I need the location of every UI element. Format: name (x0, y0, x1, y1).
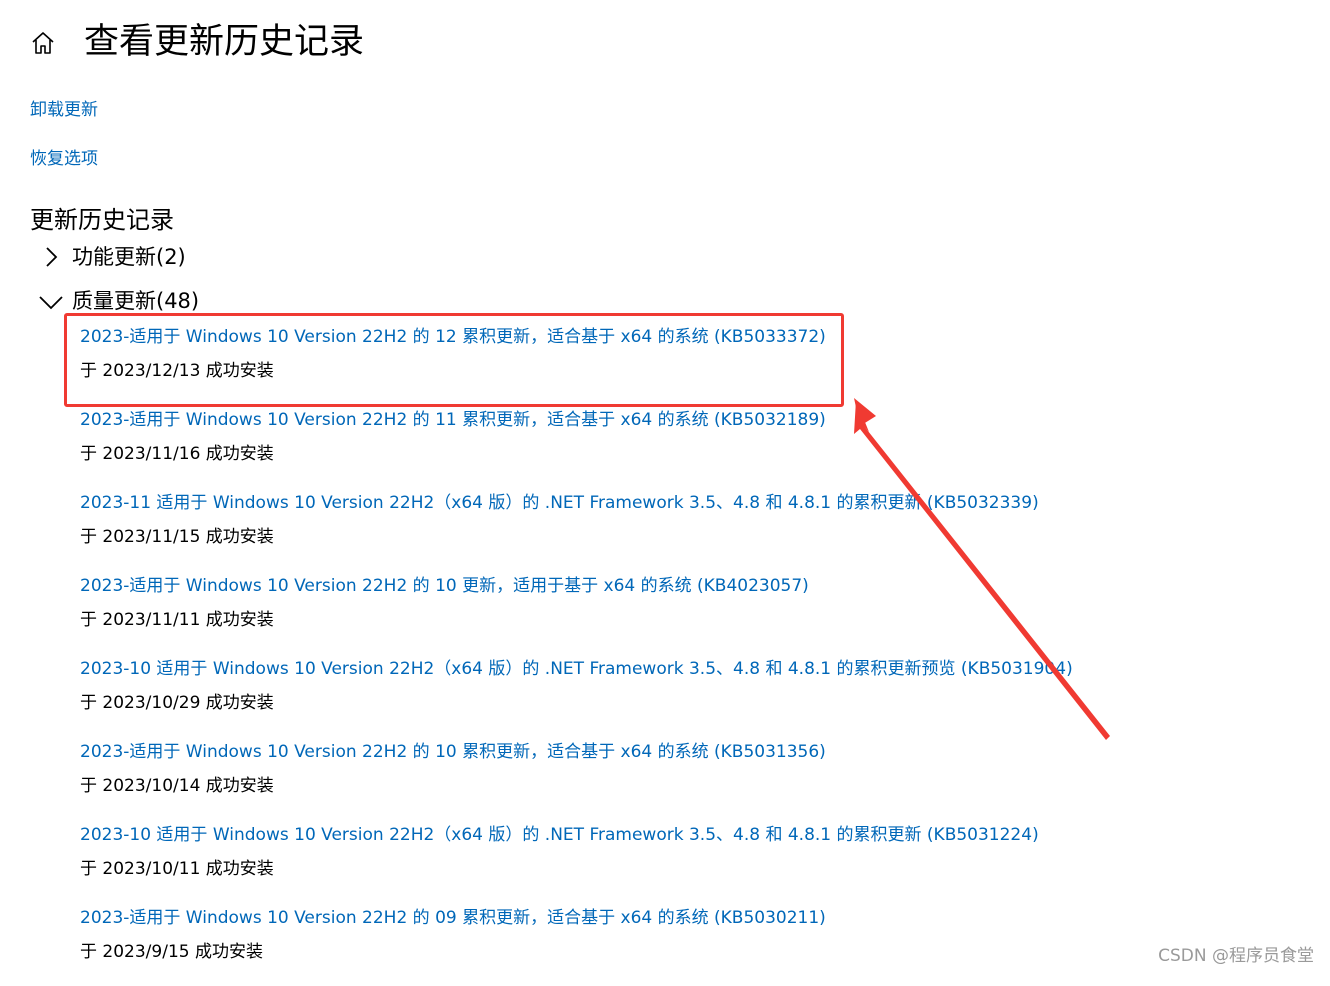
list-item: 2023-适用于 Windows 10 Version 22H2 的 10 累积… (80, 737, 1080, 820)
update-link[interactable]: 2023-10 适用于 Windows 10 Version 22H2（x64 … (80, 654, 1080, 684)
page-title: 查看更新历史记录 (84, 22, 365, 62)
chevron-down-icon (39, 296, 63, 310)
uninstall-updates-link[interactable]: 卸载更新 (30, 97, 98, 123)
group-label: 质量更新(48) (72, 289, 200, 313)
home-icon[interactable] (30, 30, 56, 56)
list-item: 2023-适用于 Windows 10 Version 22H2 的 10 更新… (80, 571, 1080, 654)
update-link[interactable]: 2023-适用于 Windows 10 Version 22H2 的 10 更新… (80, 571, 1080, 601)
quality-updates-group[interactable]: 质量更新(48) (36, 284, 199, 318)
update-link[interactable]: 2023-10 适用于 Windows 10 Version 22H2（x64 … (80, 820, 1080, 850)
install-status: 于 2023/10/14 成功安装 (80, 776, 274, 796)
update-link[interactable]: 2023-11 适用于 Windows 10 Version 22H2（x64 … (80, 488, 1080, 518)
install-status: 于 2023/11/16 成功安装 (80, 444, 274, 464)
watermark: CSDN @程序员食堂 (1158, 946, 1314, 966)
list-item: 2023-11 适用于 Windows 10 Version 22H2（x64 … (80, 488, 1080, 571)
group-label: 功能更新(2) (72, 245, 186, 269)
update-history-heading: 更新历史记录 (30, 206, 174, 234)
install-status: 于 2023/10/29 成功安装 (80, 693, 274, 713)
list-item: 2023-适用于 Windows 10 Version 22H2 的 12 累积… (80, 322, 1080, 405)
recovery-options-link[interactable]: 恢复选项 (30, 146, 98, 172)
install-status: 于 2023/10/11 成功安装 (80, 859, 274, 879)
chevron-right-icon (46, 247, 58, 267)
install-status: 于 2023/11/11 成功安装 (80, 610, 274, 630)
list-item: 2023-适用于 Windows 10 Version 22H2 的 11 累积… (80, 405, 1080, 488)
quality-updates-list: 2023-适用于 Windows 10 Version 22H2 的 12 累积… (80, 322, 1080, 986)
list-item: 2023-10 适用于 Windows 10 Version 22H2（x64 … (80, 654, 1080, 737)
update-link[interactable]: 2023-适用于 Windows 10 Version 22H2 的 11 累积… (80, 405, 1080, 435)
install-status: 于 2023/11/15 成功安装 (80, 527, 274, 547)
update-link[interactable]: 2023-适用于 Windows 10 Version 22H2 的 09 累积… (80, 903, 1080, 933)
list-item: 2023-10 适用于 Windows 10 Version 22H2（x64 … (80, 820, 1080, 903)
update-link[interactable]: 2023-适用于 Windows 10 Version 22H2 的 10 累积… (80, 737, 1080, 767)
update-link[interactable]: 2023-适用于 Windows 10 Version 22H2 的 12 累积… (80, 322, 1080, 352)
install-status: 于 2023/12/13 成功安装 (80, 361, 274, 381)
feature-updates-group[interactable]: 功能更新(2) (36, 240, 186, 274)
install-status: 于 2023/9/15 成功安装 (80, 942, 263, 962)
